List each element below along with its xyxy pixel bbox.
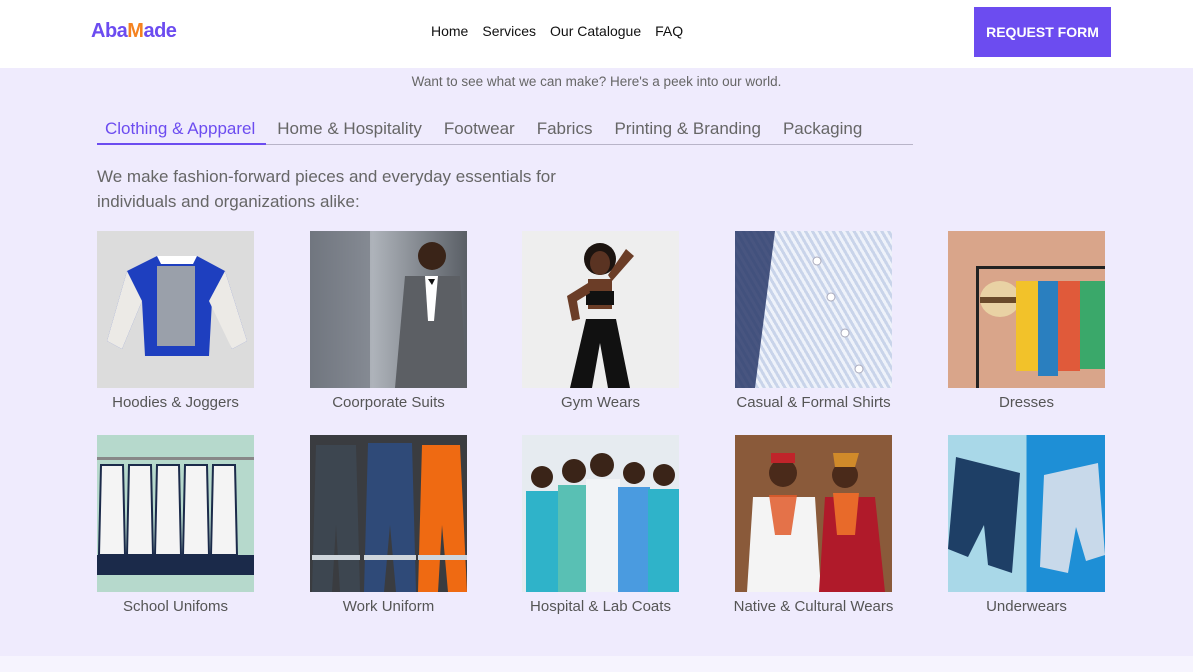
top-navbar: AbaMade Home Services Our Catalogue FAQ … [0, 0, 1193, 68]
tab-fabrics[interactable]: Fabrics [526, 115, 604, 145]
striped-shirt-photo [735, 231, 892, 388]
product-label: Casual & Formal Shirts [736, 394, 891, 411]
product-label: Work Uniform [342, 598, 435, 615]
product-label: Hoodies & Joggers [112, 394, 239, 411]
clothing-rack-photo [948, 231, 1105, 388]
tab-clothing-apparel[interactable]: Clothing & Appparel [97, 115, 267, 145]
tab-home-hospitality[interactable]: Home & Hospitality [266, 115, 433, 145]
product-label: School Unifoms [122, 598, 229, 615]
product-card[interactable]: Coorporate Suits [310, 231, 467, 411]
logo-text-end: ade [143, 20, 177, 42]
suit-man-photo [310, 231, 467, 388]
varsity-jacket-photo [97, 231, 254, 388]
coveralls-photo [310, 435, 467, 592]
product-card[interactable]: School Unifoms [97, 435, 254, 615]
category-tabs: Clothing & Appparel Home & Hospitality F… [97, 115, 913, 145]
section-subtitle: Want to see what we can make? Here's a p… [411, 74, 782, 89]
logo-text-start: Aba [91, 20, 128, 42]
school-uniforms-photo [97, 435, 254, 592]
brand-logo[interactable]: AbaMade [91, 20, 177, 43]
category-intro: We make fashion-forward pieces and every… [97, 167, 556, 211]
product-card[interactable]: Hoodies & Joggers [97, 231, 254, 411]
tab-footwear[interactable]: Footwear [433, 115, 526, 145]
product-card[interactable]: Native & Cultural Wears [734, 435, 893, 615]
product-card[interactable]: Hospital & Lab Coats [522, 435, 679, 615]
tab-packaging[interactable]: Packaging [772, 115, 873, 145]
product-label: Gym Wears [561, 394, 640, 411]
product-card[interactable]: Dresses [948, 231, 1105, 411]
product-card[interactable]: Gym Wears [522, 231, 679, 411]
product-label: Hospital & Lab Coats [530, 598, 671, 615]
nav-faq[interactable]: FAQ [655, 23, 683, 39]
medical-staff-photo [522, 435, 679, 592]
product-label: Coorporate Suits [332, 394, 445, 411]
nav-our-catalogue[interactable]: Our Catalogue [550, 23, 641, 39]
underwear-photo [948, 435, 1105, 592]
footer-strip [0, 656, 1193, 672]
gym-woman-photo [522, 231, 679, 388]
product-label: Native & Cultural Wears [733, 598, 894, 615]
nav-home[interactable]: Home [431, 23, 468, 39]
request-form-button[interactable]: REQUEST FORM [974, 7, 1111, 57]
nav-services[interactable]: Services [482, 23, 536, 39]
cultural-couple-photo [735, 435, 892, 592]
product-card[interactable]: Casual & Formal Shirts [735, 231, 892, 411]
product-card[interactable]: Work Uniform [310, 435, 467, 615]
tab-printing-branding[interactable]: Printing & Branding [603, 115, 771, 145]
product-card[interactable]: Underwears [948, 435, 1105, 615]
catalogue-section: Want to see what we can make? Here's a p… [0, 68, 1193, 656]
main-nav: Home Services Our Catalogue FAQ [431, 23, 683, 39]
logo-text-mid: M [127, 20, 144, 42]
product-label: Dresses [998, 394, 1054, 411]
product-label: Underwears [986, 598, 1067, 615]
